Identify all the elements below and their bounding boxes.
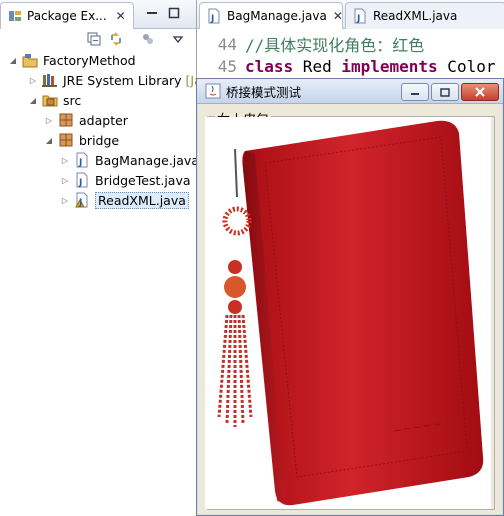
tree-item-readxml-java[interactable]: ▷ J ReadXML.java: [60, 190, 189, 210]
java-file-warning-icon: J: [74, 192, 90, 208]
tree-item-adapter[interactable]: ▷ adapter: [44, 110, 128, 130]
maximize-view-icon[interactable]: [166, 5, 182, 21]
java-app-icon: [205, 83, 221, 99]
tab-label: BagManage.java: [227, 9, 327, 23]
filter-icon[interactable]: [140, 31, 156, 47]
package-explorer-icon: [7, 8, 23, 24]
collapsed-arrow-icon[interactable]: ▷: [60, 195, 70, 205]
tree-item-label: bridge: [79, 132, 120, 148]
expanded-arrow-icon[interactable]: ◢: [8, 55, 18, 65]
minimize-button[interactable]: [401, 83, 429, 101]
library-icon: [42, 72, 58, 88]
package-explorer-tabbar: Package Ex... ✕: [0, 0, 196, 29]
close-icon[interactable]: ✕: [333, 8, 343, 24]
red-wallet: ~~~~~: [242, 120, 484, 506]
window-titlebar[interactable]: 桥接模式测试: [197, 79, 503, 104]
tree-item-label: ReadXML.java: [95, 191, 189, 209]
java-file-icon: J: [206, 8, 222, 24]
tree-item-label: adapter: [79, 112, 128, 128]
java-project-icon: [22, 52, 38, 68]
editor-tabbar: J BagManage.java ✕ J ReadXML.java: [197, 0, 504, 29]
expanded-arrow-icon[interactable]: ◢: [44, 135, 54, 145]
package-explorer-tab-label: Package Ex...: [27, 9, 107, 23]
tree-item-jre-library[interactable]: ▷ JRE System Library [Jav: [28, 70, 209, 90]
close-button[interactable]: [461, 83, 499, 101]
svg-text:J: J: [78, 178, 82, 188]
tree-item-label: JRE System Library: [63, 72, 182, 88]
minimize-view-icon[interactable]: [144, 5, 160, 21]
code-keyword: implements: [341, 56, 438, 76]
minimize-icon: [411, 93, 419, 95]
tree-item-bridge[interactable]: ◢ bridge: [44, 130, 119, 150]
tree-item-bagmanage-java[interactable]: ▷ J BagManage.java: [60, 150, 199, 170]
bag-image: ~~~~~: [205, 117, 491, 509]
code-identifier: Color: [437, 56, 496, 76]
close-icon[interactable]: ✕: [113, 8, 129, 24]
collapsed-arrow-icon[interactable]: ▷: [28, 75, 38, 85]
link-with-editor-icon[interactable]: [108, 31, 124, 47]
maximize-icon: [440, 87, 450, 97]
tab-label: ReadXML.java: [373, 9, 458, 23]
package-icon: [58, 112, 74, 128]
code-line-45[interactable]: 45 class Red implements Color: [197, 55, 504, 77]
code-keyword: class: [245, 56, 294, 76]
code-identifier: Red: [293, 56, 342, 76]
tree-item-label: BagManage.java: [95, 152, 199, 168]
tree-item-label: BridgeTest.java: [95, 172, 191, 188]
collapsed-arrow-icon[interactable]: ▷: [44, 115, 54, 125]
tree-item-label: FactoryMethod: [43, 52, 136, 68]
maximize-button[interactable]: [431, 83, 459, 101]
collapsed-arrow-icon[interactable]: ▷: [60, 155, 70, 165]
collapsed-arrow-icon[interactable]: ▷: [60, 175, 70, 185]
svg-text:J: J: [356, 14, 360, 24]
java-file-icon: J: [352, 8, 368, 24]
source-folder-icon: [42, 92, 58, 108]
line-number: 44: [217, 34, 237, 54]
close-icon: [475, 87, 485, 97]
java-file-icon: J: [74, 152, 90, 168]
code-comment: //具体实现化角色：红色: [245, 36, 425, 55]
collapse-all-icon[interactable]: [86, 31, 102, 47]
tab-bagmanage-java[interactable]: J BagManage.java ✕: [199, 2, 343, 29]
expanded-arrow-icon[interactable]: ◢: [28, 95, 38, 105]
package-explorer-tab[interactable]: Package Ex... ✕: [0, 2, 134, 29]
java-frame-window: 桥接模式测试 女士皮包: [196, 78, 504, 516]
tree-item-factorymethod[interactable]: ◢ FactoryMethod: [8, 50, 136, 70]
package-explorer: Package Ex... ✕ ◢ FactoryMethod ▷ JRE Sy…: [0, 0, 209, 516]
package-icon: [58, 132, 74, 148]
svg-text:J: J: [210, 14, 214, 24]
tree-item-bridgetest-java[interactable]: ▷ J BridgeTest.java: [60, 170, 191, 190]
line-number: 45: [217, 56, 237, 76]
tree-item-src[interactable]: ◢ src: [28, 90, 81, 110]
svg-text:J: J: [78, 198, 82, 208]
code-line-44[interactable]: 44 //具体实现化角色：红色: [197, 33, 504, 56]
tab-readxml-java[interactable]: J ReadXML.java: [345, 2, 504, 29]
package-explorer-toolbar: [0, 28, 196, 50]
tree-item-label: src: [63, 92, 82, 108]
svg-text:J: J: [78, 158, 82, 168]
window-title: 桥接模式测试: [226, 84, 302, 100]
java-file-icon: J: [74, 172, 90, 188]
view-menu-icon[interactable]: [170, 31, 186, 47]
